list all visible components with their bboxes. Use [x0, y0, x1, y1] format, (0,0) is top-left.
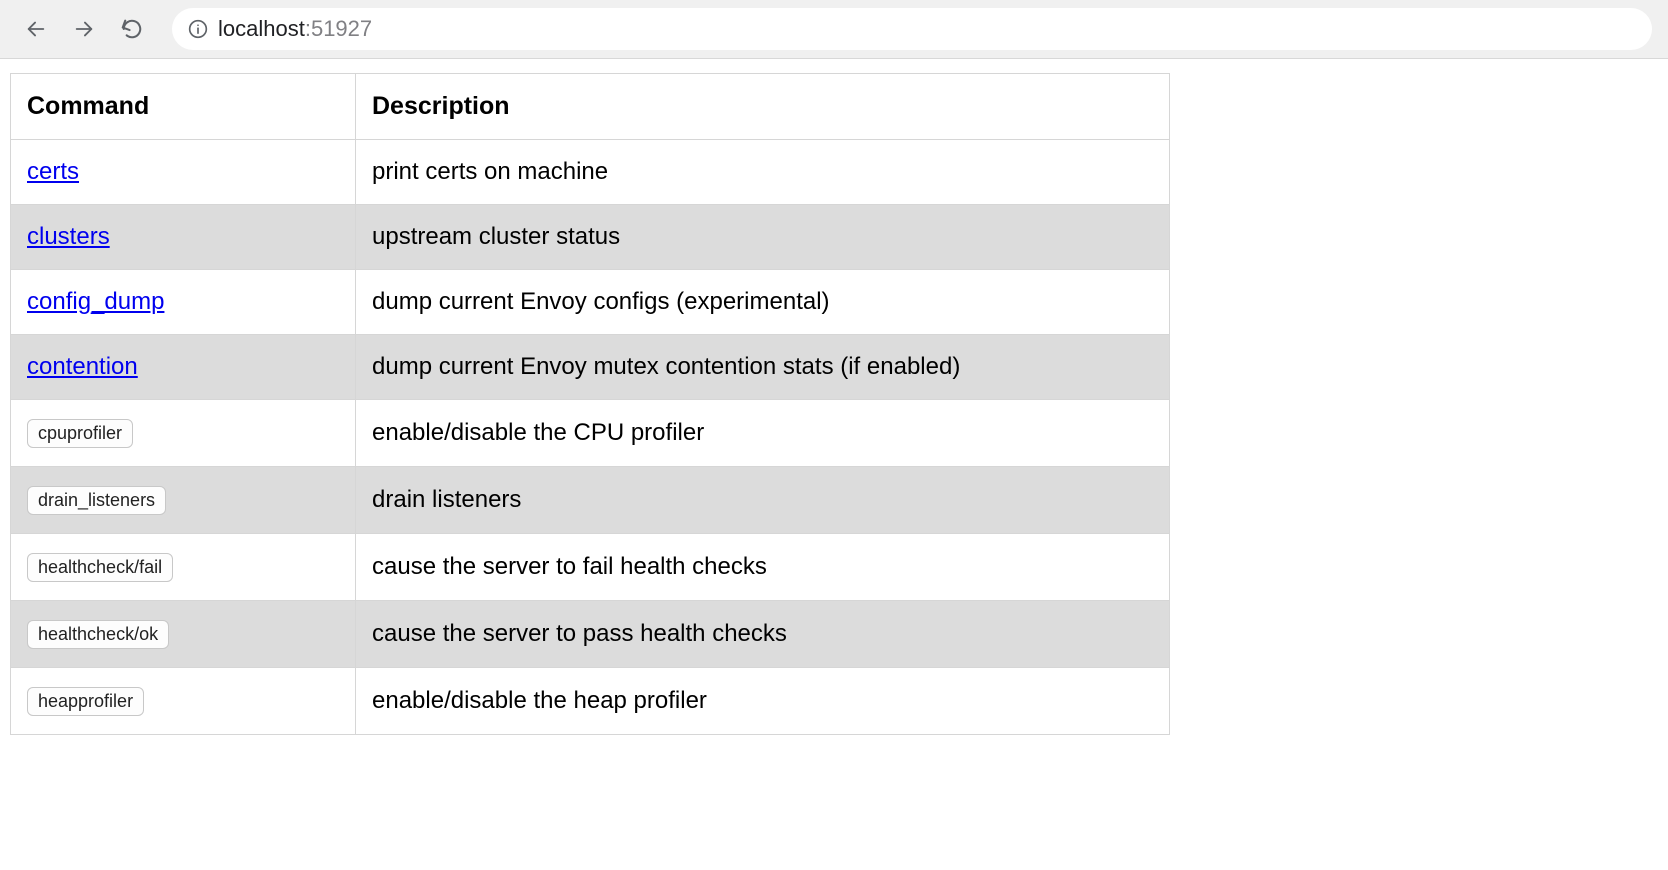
- description-cell: enable/disable the CPU profiler: [356, 400, 1170, 467]
- header-command: Command: [11, 74, 356, 140]
- site-info-icon: [188, 19, 208, 39]
- command-cell: healthcheck/ok: [11, 601, 356, 668]
- url-host: localhost: [218, 16, 305, 41]
- description-cell: dump current Envoy mutex contention stat…: [356, 335, 1170, 400]
- command-cell: heapprofiler: [11, 668, 356, 735]
- table-row: drain_listeners drain listeners: [11, 467, 1170, 534]
- command-cell: cpuprofiler: [11, 400, 356, 467]
- header-description: Description: [356, 74, 1170, 140]
- address-bar[interactable]: localhost:51927: [172, 8, 1652, 50]
- url-text: localhost:51927: [218, 16, 372, 42]
- description-cell: print certs on machine: [356, 140, 1170, 205]
- url-port: :51927: [305, 16, 372, 41]
- page-content: Command Description certs print certs on …: [0, 59, 1668, 749]
- command-cell: healthcheck/fail: [11, 534, 356, 601]
- command-link[interactable]: clusters: [27, 223, 110, 250]
- back-button[interactable]: [16, 9, 56, 49]
- table-header-row: Command Description: [11, 74, 1170, 140]
- table-row: config_dump dump current Envoy configs (e…: [11, 270, 1170, 335]
- table-row: cpuprofiler enable/disable the CPU profil…: [11, 400, 1170, 467]
- command-button[interactable]: heapprofiler: [27, 687, 144, 716]
- command-cell: clusters: [11, 205, 356, 270]
- table-row: contention dump current Envoy mutex conte…: [11, 335, 1170, 400]
- command-link[interactable]: contention: [27, 353, 138, 380]
- description-cell: drain listeners: [356, 467, 1170, 534]
- commands-table: Command Description certs print certs on …: [10, 73, 1170, 735]
- command-link[interactable]: certs: [27, 158, 79, 185]
- table-row: healthcheck/fail cause the server to fail…: [11, 534, 1170, 601]
- arrow-left-icon: [25, 18, 47, 40]
- command-button[interactable]: drain_listeners: [27, 486, 166, 515]
- description-cell: cause the server to fail health checks: [356, 534, 1170, 601]
- command-link[interactable]: config_dump: [27, 288, 164, 315]
- command-cell: contention: [11, 335, 356, 400]
- description-cell: upstream cluster status: [356, 205, 1170, 270]
- command-button[interactable]: healthcheck/ok: [27, 620, 169, 649]
- reload-button[interactable]: [112, 9, 152, 49]
- description-cell: dump current Envoy configs (experimental…: [356, 270, 1170, 335]
- description-cell: cause the server to pass health checks: [356, 601, 1170, 668]
- reload-icon: [121, 18, 143, 40]
- command-button[interactable]: cpuprofiler: [27, 419, 133, 448]
- command-cell: config_dump: [11, 270, 356, 335]
- command-button[interactable]: healthcheck/fail: [27, 553, 173, 582]
- table-row: healthcheck/ok cause the server to pass h…: [11, 601, 1170, 668]
- browser-toolbar: localhost:51927: [0, 0, 1668, 59]
- forward-button[interactable]: [64, 9, 104, 49]
- command-cell: drain_listeners: [11, 467, 356, 534]
- table-row: heapprofiler enable/disable the heap prof…: [11, 668, 1170, 735]
- table-row: clusters upstream cluster status: [11, 205, 1170, 270]
- description-cell: enable/disable the heap profiler: [356, 668, 1170, 735]
- arrow-right-icon: [73, 18, 95, 40]
- table-row: certs print certs on machine: [11, 140, 1170, 205]
- command-cell: certs: [11, 140, 356, 205]
